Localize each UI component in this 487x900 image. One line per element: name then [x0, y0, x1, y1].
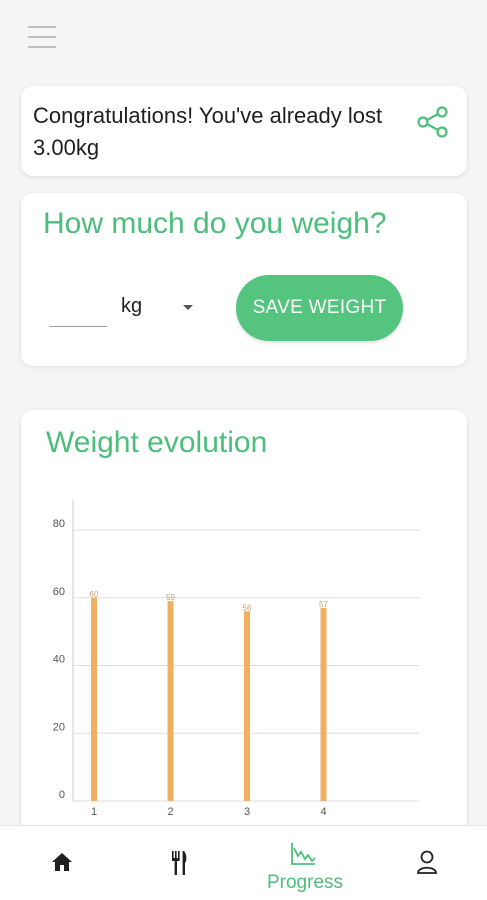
- unit-dropdown[interactable]: kg: [121, 291, 201, 327]
- weight-bar-chart: 0 20 40 60 80 60 1 59 2 56 3 57 4: [53, 500, 419, 818]
- bar-data-label: 57: [319, 600, 328, 609]
- weight-question-title: How much do you weigh?: [43, 207, 387, 240]
- bar-data-label: 59: [166, 593, 175, 602]
- x-tick-label: 1: [91, 806, 97, 818]
- user-icon: [417, 850, 437, 874]
- y-tick-label: 60: [53, 586, 65, 598]
- chart-bar: [167, 601, 174, 801]
- y-tick-label: 0: [59, 789, 65, 801]
- fork-knife-icon: [172, 851, 187, 875]
- nav-item-diet[interactable]: [122, 826, 244, 900]
- hamburger-menu-icon[interactable]: [28, 26, 56, 48]
- y-tick-label: 80: [53, 518, 65, 530]
- chart-bar: [91, 597, 97, 801]
- weight-entry-card: How much do you weigh? kg SAVE WEIGHT: [21, 193, 467, 366]
- bar-data-label: 60: [90, 590, 99, 599]
- nav-item-home[interactable]: [0, 826, 122, 900]
- progress-chart-icon: [291, 843, 316, 865]
- nav-item-profile[interactable]: [366, 826, 487, 900]
- weight-input[interactable]: [49, 291, 107, 327]
- unit-selected-value: kg: [121, 295, 143, 317]
- home-icon: [52, 853, 72, 871]
- congratulations-message: Congratulations! You've already lost 3.0…: [33, 103, 383, 160]
- x-tick-label: 3: [244, 806, 250, 818]
- x-tick-label: 4: [320, 806, 326, 818]
- x-tick-label: 2: [167, 806, 173, 818]
- bottom-navigation: Progress: [0, 825, 487, 900]
- save-weight-button[interactable]: SAVE WEIGHT: [236, 275, 403, 341]
- y-tick-label: 20: [53, 721, 65, 733]
- bar-data-label: 56: [243, 603, 252, 612]
- weight-evolution-title: Weight evolution: [46, 426, 268, 459]
- chart-bar: [244, 611, 250, 801]
- y-tick-label: 40: [53, 654, 65, 666]
- nav-label-progress: Progress: [266, 872, 344, 893]
- congratulations-card: Congratulations! You've already lost 3.0…: [21, 86, 467, 176]
- share-icon[interactable]: [415, 104, 451, 140]
- chevron-down-icon: [183, 305, 193, 310]
- chart-bar: [320, 607, 327, 801]
- weight-evolution-card: Weight evolution 0 20 40 60 80 60 1 59 2 56 3 57 4: [21, 410, 467, 830]
- nav-item-progress[interactable]: Progress: [244, 826, 366, 900]
